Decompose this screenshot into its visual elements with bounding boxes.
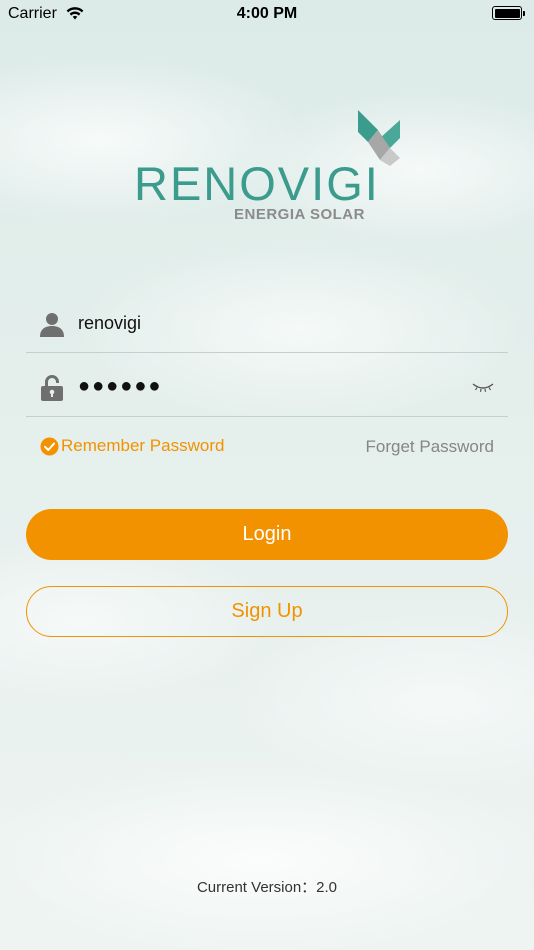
battery-icon	[492, 6, 525, 20]
user-icon	[40, 313, 64, 337]
login-button[interactable]: Login	[26, 509, 508, 560]
clock: 4:00 PM	[236, 5, 298, 22]
login-options: Remember Password Forget Password	[40, 436, 496, 460]
username-input[interactable]: renovigi	[78, 313, 141, 334]
status-bar: Carrier 4:00 PM	[0, 0, 534, 28]
version-label: Current Version：2.0	[196, 879, 338, 896]
brand-name: RENOVIGI	[134, 157, 380, 210]
eye-closed-icon[interactable]	[472, 381, 494, 393]
forget-password-link[interactable]: Forget Password	[366, 437, 495, 457]
lock-icon	[41, 375, 63, 401]
username-field[interactable]: renovigi	[26, 295, 508, 353]
brand-logo: RENOVIGI ENERGIA SOLAR	[134, 106, 404, 226]
brand-tagline: ENERGIA SOLAR	[234, 206, 365, 223]
check-circle-icon[interactable]	[40, 437, 59, 456]
remember-password-label[interactable]: Remember Password	[61, 436, 224, 456]
password-field[interactable]: ●●●●●●	[26, 359, 508, 417]
sign-up-button[interactable]: Sign Up	[26, 586, 508, 637]
password-input[interactable]: ●●●●●●	[78, 375, 162, 398]
remember-password-toggle[interactable]: Remember Password	[40, 436, 224, 456]
